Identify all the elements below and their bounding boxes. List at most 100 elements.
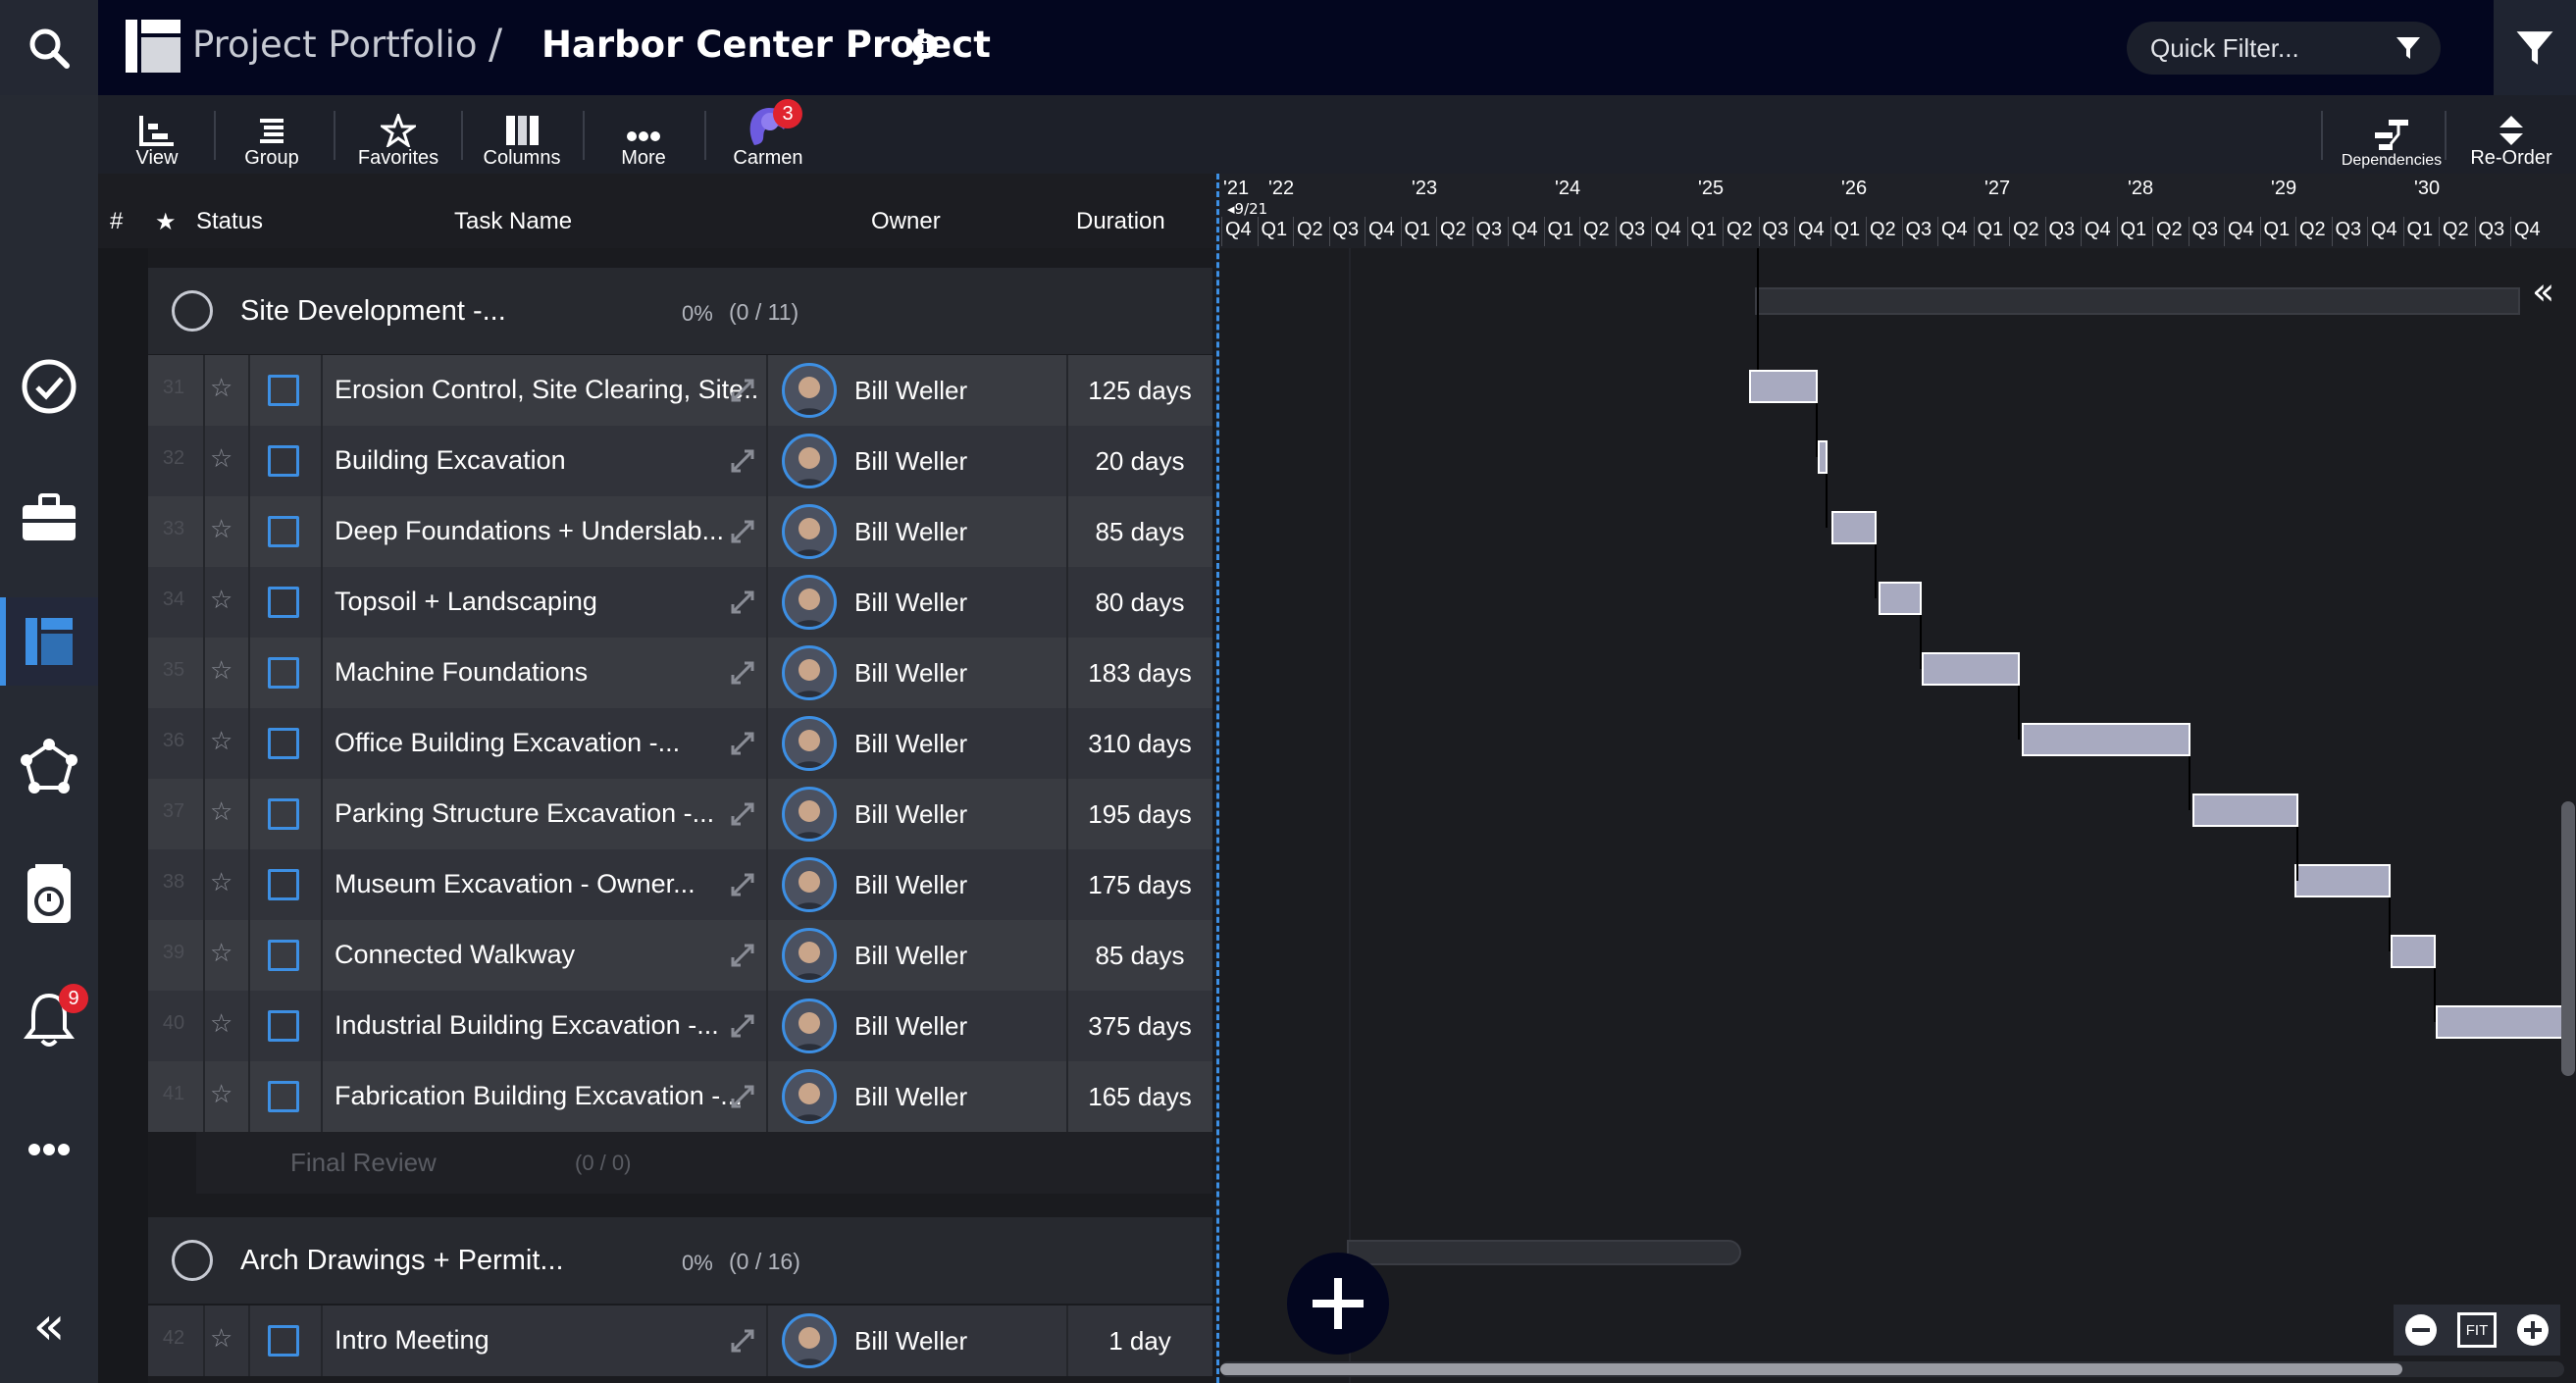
task-bar[interactable]: [2192, 794, 2298, 827]
gantt-collapse-icon[interactable]: «: [2532, 270, 2554, 313]
task-bar[interactable]: [2294, 864, 2391, 897]
subgroup-row[interactable]: Final Review (0 / 0): [196, 1131, 1212, 1194]
table-row[interactable]: 32 ☆ Building Excavation Bill Weller 20 days: [148, 426, 1212, 496]
favorite-star-icon[interactable]: ☆: [210, 1079, 232, 1109]
avatar[interactable]: [782, 999, 837, 1053]
task-name[interactable]: Industrial Building Excavation -...: [335, 1010, 756, 1041]
task-bar[interactable]: [2436, 1005, 2563, 1039]
task-bar[interactable]: [2391, 935, 2436, 968]
zoom-out-icon[interactable]: [2403, 1312, 2439, 1348]
status-checkbox[interactable]: [268, 587, 299, 618]
favorite-star-icon[interactable]: ☆: [210, 514, 232, 544]
task-name[interactable]: Intro Meeting: [335, 1325, 756, 1356]
col-header-task[interactable]: Task Name: [454, 208, 572, 235]
task-name[interactable]: Fabrication Building Excavation -...: [335, 1081, 756, 1111]
avatar[interactable]: [782, 1313, 837, 1368]
task-name[interactable]: Building Excavation: [335, 445, 756, 476]
task-bar[interactable]: [1879, 582, 1922, 615]
status-checkbox[interactable]: [268, 728, 299, 759]
favorite-star-icon[interactable]: ☆: [210, 1008, 232, 1039]
favorite-star-icon[interactable]: ☆: [210, 1323, 232, 1354]
favorite-star-icon[interactable]: ☆: [210, 655, 232, 686]
vertical-scroll-thumb[interactable]: [2561, 801, 2575, 1076]
status-checkbox[interactable]: [268, 375, 299, 406]
status-checkbox[interactable]: [268, 798, 299, 830]
table-row[interactable]: 38 ☆ Museum Excavation - Owner... Bill Well…: [148, 849, 1212, 920]
sidebar-item-tasks[interactable]: [0, 342, 98, 431]
carmen-button[interactable]: Carmen 3: [724, 95, 812, 174]
expand-icon[interactable]: [729, 447, 756, 475]
avatar[interactable]: [782, 434, 837, 488]
status-checkbox[interactable]: [268, 869, 299, 900]
favorite-star-icon[interactable]: ☆: [210, 585, 232, 615]
expand-icon[interactable]: [729, 1083, 756, 1110]
expand-icon[interactable]: [729, 730, 756, 757]
avatar[interactable]: [782, 575, 837, 630]
avatar[interactable]: [782, 1069, 837, 1124]
zoom-in-icon[interactable]: [2515, 1312, 2550, 1348]
table-row[interactable]: 33 ☆ Deep Foundations + Underslab... Bill W…: [148, 496, 1212, 567]
table-row[interactable]: 40 ☆ Industrial Building Excavation -... Bi…: [148, 991, 1212, 1061]
collapse-group-icon[interactable]: [172, 290, 213, 332]
sidebar-item-notifications[interactable]: 9: [0, 976, 98, 1064]
favorite-star-icon[interactable]: ☆: [210, 443, 232, 474]
favorite-star-icon[interactable]: ☆: [210, 938, 232, 968]
avatar[interactable]: [782, 716, 837, 771]
col-header-status[interactable]: Status: [196, 208, 263, 235]
avatar[interactable]: [782, 504, 837, 559]
expand-icon[interactable]: [729, 1012, 756, 1040]
task-name[interactable]: Connected Walkway: [335, 940, 756, 970]
columns-button[interactable]: Columns: [477, 95, 567, 174]
summary-bar[interactable]: [1347, 1240, 1741, 1265]
task-name[interactable]: Parking Structure Excavation -...: [335, 798, 756, 829]
table-row[interactable]: 41 ☆ Fabrication Building Excavation -... B…: [148, 1061, 1212, 1132]
table-row[interactable]: 39 ☆ Connected Walkway Bill Weller 85 days: [148, 920, 1212, 991]
expand-icon[interactable]: [729, 800, 756, 828]
task-bar[interactable]: [1749, 370, 1818, 403]
col-header-duration[interactable]: Duration: [1076, 208, 1165, 235]
task-bar[interactable]: [1922, 652, 2020, 686]
task-name[interactable]: Topsoil + Landscaping: [335, 587, 756, 617]
task-bar[interactable]: [2022, 723, 2190, 756]
sidebar-item-more[interactable]: [0, 1105, 98, 1194]
breadcrumb-portfolio[interactable]: Project Portfolio: [192, 24, 478, 66]
expand-icon[interactable]: [729, 871, 756, 898]
table-row[interactable]: 34 ☆ Topsoil + Landscaping Bill Weller 80 da…: [148, 567, 1212, 638]
avatar[interactable]: [782, 363, 837, 418]
avatar[interactable]: [782, 787, 837, 842]
favorite-star-icon[interactable]: ☆: [210, 726, 232, 756]
favorite-star-icon[interactable]: ☆: [210, 373, 232, 403]
expand-icon[interactable]: [729, 377, 756, 404]
group-row[interactable]: Site Development -... 0% (0 / 11): [148, 268, 1212, 354]
quick-filter[interactable]: [2127, 22, 2441, 75]
task-name[interactable]: Museum Excavation - Owner...: [335, 869, 756, 899]
avatar[interactable]: [782, 857, 837, 912]
status-checkbox[interactable]: [268, 1010, 299, 1042]
sidebar-item-portfolio[interactable]: [0, 597, 98, 686]
expand-icon[interactable]: [729, 518, 756, 545]
horizontal-scrollbar[interactable]: [1220, 1361, 2564, 1377]
task-name[interactable]: Office Building Excavation -...: [335, 728, 756, 758]
status-checkbox[interactable]: [268, 1325, 299, 1357]
expand-icon[interactable]: [729, 1327, 756, 1355]
fit-button[interactable]: FIT: [2456, 1312, 2497, 1348]
status-checkbox[interactable]: [268, 516, 299, 547]
table-row[interactable]: 37 ☆ Parking Structure Excavation -... Bill…: [148, 779, 1212, 849]
expand-icon[interactable]: [729, 942, 756, 969]
task-bar[interactable]: [1831, 511, 1877, 544]
col-header-num[interactable]: #: [110, 208, 123, 235]
view-button[interactable]: View: [128, 95, 186, 174]
status-checkbox[interactable]: [268, 1081, 299, 1112]
group-button[interactable]: Group: [237, 95, 306, 174]
sidebar-item-network[interactable]: [0, 723, 98, 811]
info-icon[interactable]: i: [912, 33, 938, 59]
favorite-star-icon[interactable]: ☆: [210, 796, 232, 827]
sidebar-item-timesheet[interactable]: [0, 850, 98, 939]
favorites-button[interactable]: Favorites: [351, 95, 445, 174]
filter-button[interactable]: [2494, 0, 2576, 95]
task-name[interactable]: Deep Foundations + Underslab...: [335, 516, 756, 546]
horizontal-scroll-thumb[interactable]: [1220, 1363, 2402, 1375]
avatar[interactable]: [782, 645, 837, 700]
expand-icon[interactable]: [729, 659, 756, 687]
summary-bar[interactable]: [1755, 287, 2520, 315]
